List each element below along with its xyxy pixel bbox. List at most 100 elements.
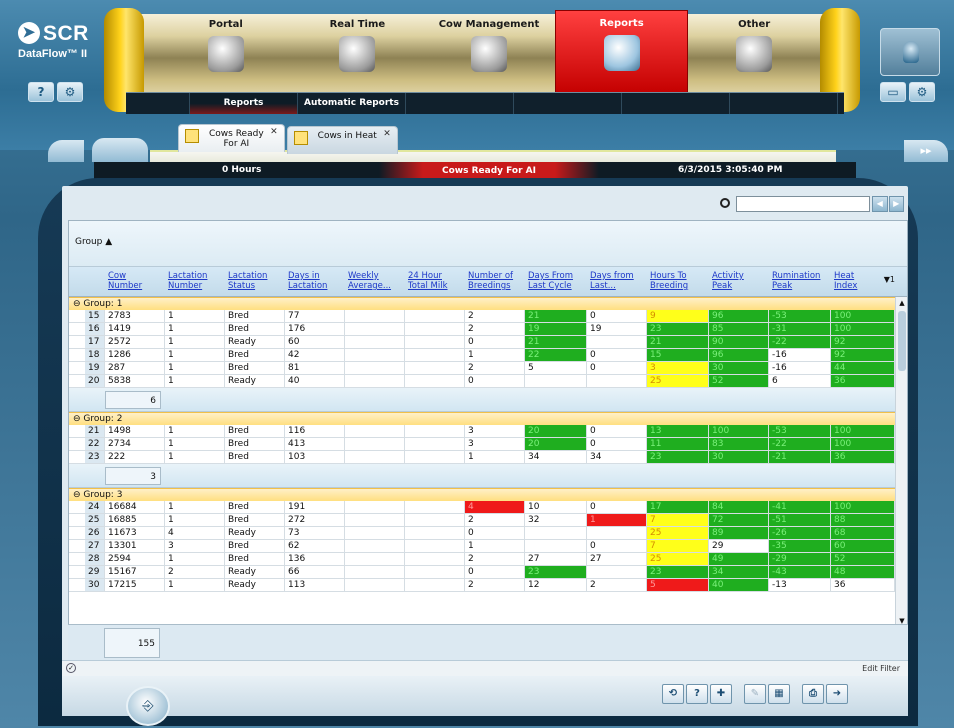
tree-view-button[interactable] [48, 140, 84, 162]
row-index: 26 [85, 527, 105, 539]
add-favorite-button[interactable]: ✚ [710, 684, 732, 704]
filter-footer: ✓ Edit Filter [62, 660, 908, 676]
table-cell: 2 [465, 553, 525, 565]
table-cell: Bred [225, 310, 285, 322]
table-row[interactable]: 17 2572 1 Ready 60 0 21 21 90 -22 92 [69, 336, 895, 349]
vertical-scrollbar[interactable]: ▲ ▼ [895, 297, 907, 627]
prev-icon[interactable]: ◀ [872, 196, 888, 212]
table-cell [345, 425, 405, 437]
subnav-automatic-reports[interactable]: Automatic Reports [298, 93, 406, 114]
close-icon[interactable]: ✕ [383, 129, 391, 139]
collapse-icon[interactable]: ⊖ [73, 299, 83, 309]
table-cell: 2783 [105, 310, 165, 322]
search-input[interactable] [736, 196, 870, 212]
module-reports[interactable]: Reports [554, 10, 689, 94]
forward-button[interactable]: ▸▸ [904, 140, 948, 162]
user-status-box[interactable] [880, 28, 940, 76]
table-row[interactable]: 24 16684 1 Bred 191 4 10 0 17 84 -41 100 [69, 501, 895, 514]
table-cell: 6 [769, 375, 831, 387]
help-icon[interactable]: ? [28, 82, 54, 102]
table-row[interactable]: 26 11673 4 Ready 73 0 25 89 -26 68 [69, 527, 895, 540]
table-row[interactable]: 30 17215 1 Ready 113 2 12 2 5 40 -13 36 [69, 579, 895, 592]
filter-check-icon[interactable]: ✓ [66, 663, 76, 673]
table-cell: 15167 [105, 566, 165, 578]
column-header[interactable]: 24 Hour Total Milk [408, 271, 448, 291]
table-cell: 96 [709, 349, 769, 361]
tab-cows-in-heat[interactable]: Cows in Heat ✕ [286, 126, 398, 154]
table-cell: 36 [831, 451, 895, 463]
scroll-thumb[interactable] [898, 311, 906, 371]
group-header[interactable]: ⊖ Group: 3 [69, 488, 895, 501]
collapse-icon[interactable]: ⊖ [73, 414, 83, 424]
edit-button[interactable]: ✎ [744, 684, 766, 704]
table-cell: 23 [647, 323, 709, 335]
column-header[interactable]: Weekly Average... [348, 271, 391, 291]
collapse-icon[interactable]: ⊖ [73, 490, 83, 500]
table-row[interactable]: 20 5838 1 Ready 40 0 25 52 6 36 [69, 375, 895, 388]
table-row[interactable]: 23 222 1 Bred 103 1 34 34 23 30 -21 36 [69, 451, 895, 464]
table-cell: 100 [831, 425, 895, 437]
grand-total-bar: 155 [68, 624, 908, 660]
edit-filter-link[interactable]: Edit Filter [862, 664, 900, 673]
column-header[interactable]: Cow Number [108, 271, 142, 291]
group-header[interactable]: ⊖ Group: 1 [69, 297, 895, 310]
column-header[interactable]: Days from Last... [590, 271, 634, 291]
monitor-icon[interactable]: ▭ [880, 82, 906, 102]
help-button[interactable]: ? [686, 684, 708, 704]
table-row[interactable]: 21 1498 1 Bred 116 3 20 0 13 100 -53 100 [69, 425, 895, 438]
gear-icon[interactable]: ⚙ [909, 82, 935, 102]
table-cell: 40 [709, 579, 769, 591]
table-cell: 7 [647, 514, 709, 526]
table-cell: 13 [647, 425, 709, 437]
module-portal[interactable]: Portal [160, 12, 292, 94]
module-other[interactable]: Other [688, 12, 820, 94]
column-header[interactable]: Heat Index [834, 271, 857, 291]
column-header[interactable]: Rumination Peak [772, 271, 820, 291]
brand-buttons: ? ⚙ [28, 82, 83, 102]
module-real-time[interactable]: Real Time [292, 12, 424, 94]
table-cell [587, 566, 647, 578]
table-row[interactable]: 16 1419 1 Bred 176 2 19 19 23 85 -31 100 [69, 323, 895, 336]
subnav-reports[interactable]: Reports [190, 93, 298, 114]
table-row[interactable]: 22 2734 1 Bred 413 3 20 0 11 83 -22 100 [69, 438, 895, 451]
table-row[interactable]: 28 2594 1 Bred 136 2 27 27 25 49 -29 52 [69, 553, 895, 566]
table-cell: 3 [165, 540, 225, 552]
exit-button[interactable]: ⎆ [126, 686, 170, 726]
tab-cows-ready-for-ai[interactable]: Cows Ready For AI ✕ [178, 124, 285, 152]
table-row[interactable]: 18 1286 1 Bred 42 1 22 0 15 96 -16 92 [69, 349, 895, 362]
table-cell: 21 [647, 336, 709, 348]
table-cell [587, 336, 647, 348]
table-row[interactable]: 27 13301 3 Bred 62 1 0 7 29 -35 60 [69, 540, 895, 553]
table-row[interactable]: 29 15167 2 Ready 66 0 23 23 34 -43 48 [69, 566, 895, 579]
column-header[interactable]: Activity Peak [712, 271, 744, 291]
table-row[interactable]: 15 2783 1 Bred 77 2 21 0 9 96 -53 100 [69, 310, 895, 323]
column-header[interactable]: Days in Lactation [288, 271, 327, 291]
column-header[interactable]: Lactation Number [168, 271, 207, 291]
column-header[interactable]: Lactation Status [228, 271, 267, 291]
table-row[interactable]: 25 16885 1 Bred 272 2 32 1 7 72 -51 88 [69, 514, 895, 527]
column-header[interactable]: Number of Breedings [468, 271, 513, 291]
column-header[interactable]: Hours To Breeding [650, 271, 688, 291]
export-button[interactable]: ➜ [826, 684, 848, 704]
hand-tool-button[interactable] [92, 138, 148, 162]
table-cell: 1498 [105, 425, 165, 437]
row-index: 30 [85, 579, 105, 591]
print-button[interactable]: ⎙ [802, 684, 824, 704]
table-cell: 32 [525, 514, 587, 526]
table-cell: 1419 [105, 323, 165, 335]
settings-icon[interactable]: ⚙ [57, 82, 83, 102]
module-cow-management[interactable]: Cow Management [423, 12, 555, 94]
calendar-button[interactable]: ▦ [768, 684, 790, 704]
table-row[interactable]: 19 287 1 Bred 81 2 5 0 3 30 -16 44 [69, 362, 895, 375]
group-by-chip[interactable]: Group ▲ [75, 237, 112, 247]
group-header[interactable]: ⊖ Group: 2 [69, 412, 895, 425]
table-cell: -53 [769, 310, 831, 322]
column-header[interactable]: Days From Last Cycle [528, 271, 573, 291]
table-cell [345, 323, 405, 335]
table-cell: 1 [465, 540, 525, 552]
close-icon[interactable]: ✕ [270, 127, 278, 137]
refresh-button[interactable]: ⟲ [662, 684, 684, 704]
scroll-up-icon[interactable]: ▲ [896, 297, 908, 309]
next-icon[interactable]: ▶ [888, 196, 904, 212]
module-label: Real Time [329, 19, 386, 30]
